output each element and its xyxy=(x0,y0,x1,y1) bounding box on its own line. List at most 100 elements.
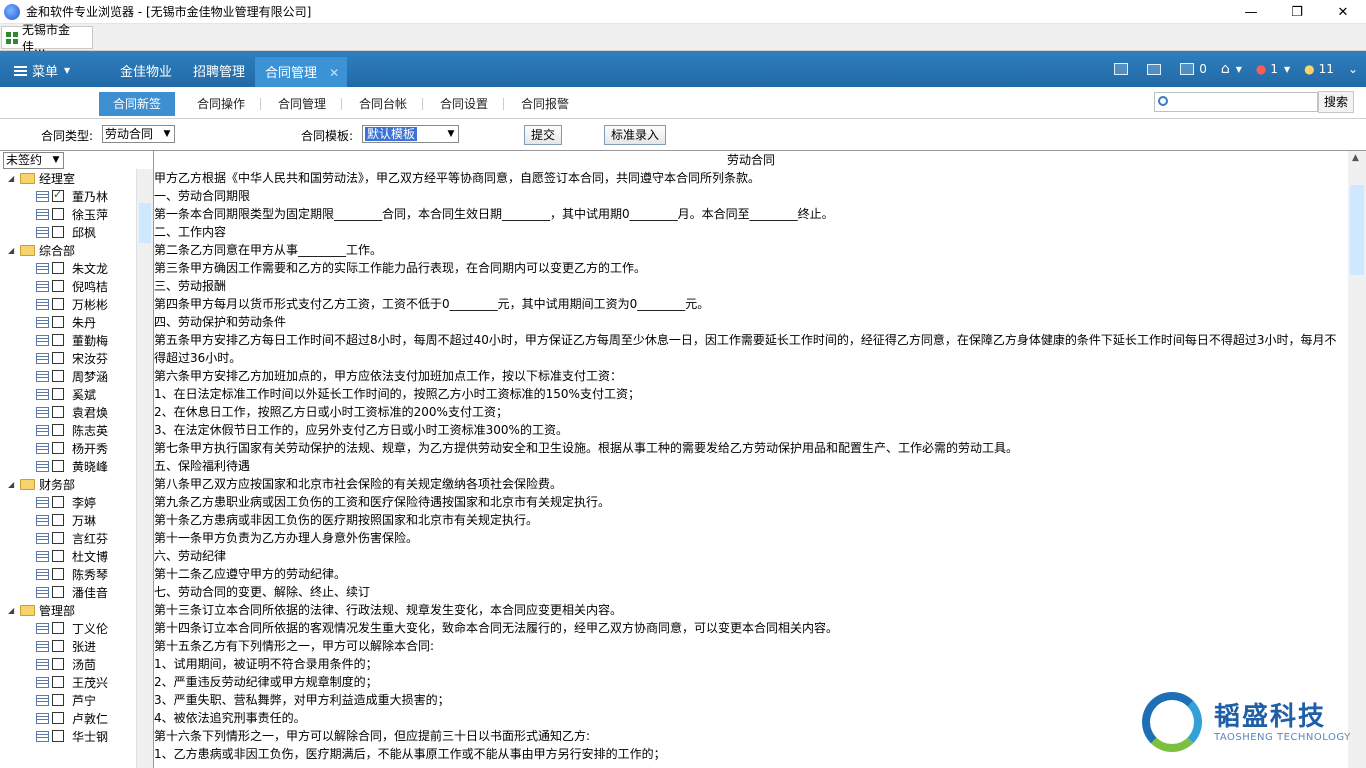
employee-checkbox[interactable] xyxy=(52,640,64,652)
scroll-thumb[interactable] xyxy=(1350,185,1364,275)
tree-department[interactable]: ◢ 财务部 xyxy=(0,475,136,493)
alerts-button[interactable]: ● 1 ▼ xyxy=(1256,62,1290,76)
subtab-contract-settings[interactable]: 合同设置 xyxy=(426,92,502,116)
tree-employee[interactable]: 王茂兴 xyxy=(0,673,136,691)
tree-employee[interactable]: 万琳 xyxy=(0,511,136,529)
tree-employee[interactable]: 邱枫 xyxy=(0,223,136,241)
employee-checkbox[interactable] xyxy=(52,568,64,580)
tree-employee[interactable]: 周梦涵 xyxy=(0,367,136,385)
subtab-contract-operation[interactable]: 合同操作 xyxy=(183,92,259,116)
nav-tab-contract-management[interactable]: 合同管理 ✕ xyxy=(255,57,348,87)
tree-employee[interactable]: 张进 xyxy=(0,637,136,655)
employee-checkbox[interactable] xyxy=(52,442,64,454)
chevron-down-icon: ▼ xyxy=(52,155,60,165)
employee-checkbox[interactable] xyxy=(52,316,64,328)
tree-employee[interactable]: 徐玉萍 xyxy=(0,205,136,223)
expand-triangle-icon[interactable]: ◢ xyxy=(8,174,18,183)
contract-template-select[interactable]: 默认模板 ▼ xyxy=(362,125,459,143)
employee-checkbox[interactable] xyxy=(52,388,64,400)
tree-employee[interactable]: 丁义伦 xyxy=(0,619,136,637)
monitor-icon[interactable] xyxy=(1147,63,1166,75)
scroll-thumb[interactable] xyxy=(139,203,151,243)
tree-employee[interactable]: 黄晓峰 xyxy=(0,457,136,475)
employee-checkbox[interactable] xyxy=(52,298,64,310)
restore-button[interactable]: ❐ xyxy=(1274,0,1320,24)
close-window-button[interactable]: ✕ xyxy=(1320,0,1366,24)
browser-tab[interactable]: 无锡市金佳... xyxy=(1,23,93,54)
employee-checkbox[interactable] xyxy=(52,280,64,292)
document-scrollbar[interactable]: ▲ xyxy=(1348,150,1366,768)
expand-triangle-icon[interactable]: ◢ xyxy=(8,480,18,489)
search-button[interactable]: 搜索 xyxy=(1318,91,1354,113)
nav-tab-recruitment[interactable]: 招聘管理 xyxy=(193,61,245,80)
tree-employee[interactable]: 言红芬 xyxy=(0,529,136,547)
tree-employee[interactable]: 杨开秀 xyxy=(0,439,136,457)
standard-entry-button[interactable]: 标准录入 xyxy=(604,125,667,145)
employee-checkbox[interactable] xyxy=(52,208,64,220)
employee-checkbox[interactable] xyxy=(52,496,64,508)
users-button[interactable]: ● 11 xyxy=(1304,62,1334,76)
employee-checkbox[interactable] xyxy=(52,370,64,382)
sign-status-select[interactable]: 未签约 ▼ xyxy=(3,152,64,169)
tab-close-icon[interactable]: ✕ xyxy=(329,66,339,80)
subtab-new-contract[interactable]: 合同新签 xyxy=(99,92,176,116)
tree-employee[interactable]: 朱丹 xyxy=(0,313,136,331)
tree-employee[interactable]: 宋汝芬 xyxy=(0,349,136,367)
expand-triangle-icon[interactable]: ◢ xyxy=(8,606,18,615)
expand-chevron-icon[interactable]: ⌄ xyxy=(1348,62,1358,76)
tree-department[interactable]: ◢ 综合部 xyxy=(0,241,136,259)
employee-checkbox[interactable] xyxy=(52,622,64,634)
employee-checkbox[interactable] xyxy=(52,514,64,526)
tree-employee[interactable]: 朱文龙 xyxy=(0,259,136,277)
tree-employee[interactable]: 杜文博 xyxy=(0,547,136,565)
tree-scrollbar[interactable] xyxy=(136,169,153,768)
employee-checkbox[interactable] xyxy=(52,406,64,418)
employee-checkbox[interactable] xyxy=(52,424,64,436)
tree-employee[interactable]: 潘佳音 xyxy=(0,583,136,601)
employee-checkbox[interactable] xyxy=(52,262,64,274)
documents-button[interactable]: 0 xyxy=(1180,62,1207,76)
minimize-button[interactable]: — xyxy=(1228,0,1274,24)
employee-checkbox[interactable] xyxy=(52,586,64,598)
tree-employee[interactable]: 奚斌 xyxy=(0,385,136,403)
search-input[interactable] xyxy=(1154,92,1318,112)
tree-employee[interactable]: 陈秀琴 xyxy=(0,565,136,583)
tree-employee[interactable]: 李婷 xyxy=(0,493,136,511)
tree-employee[interactable]: 芦宁 xyxy=(0,691,136,709)
employee-checkbox[interactable] xyxy=(52,676,64,688)
submit-button[interactable]: 提交 xyxy=(524,125,563,145)
subtab-contract-ledger[interactable]: 合同台帐 xyxy=(345,92,421,116)
employee-checkbox[interactable] xyxy=(52,550,64,562)
tree-employee[interactable]: 袁君焕 xyxy=(0,403,136,421)
tree-employee[interactable]: 董勤梅 xyxy=(0,331,136,349)
employee-checkbox[interactable] xyxy=(52,352,64,364)
table-view-icon[interactable] xyxy=(1114,63,1133,75)
tree-department[interactable]: ◢ 经理室 xyxy=(0,169,136,187)
home-button[interactable]: ⌂ ▼ xyxy=(1221,61,1242,77)
employee-checkbox[interactable] xyxy=(52,226,64,238)
employee-checkbox[interactable] xyxy=(52,694,64,706)
employee-checkbox[interactable] xyxy=(52,532,64,544)
subtab-contract-alerts[interactable]: 合同报警 xyxy=(507,92,583,116)
document-line: 第十一条甲方负责为乙方办理人身意外伤害保险。 xyxy=(154,531,419,545)
contract-type-select[interactable]: 劳动合同 ▼ xyxy=(102,125,175,143)
employee-checkbox[interactable] xyxy=(52,658,64,670)
tree-employee[interactable]: 陈志英 xyxy=(0,421,136,439)
subtab-contract-management[interactable]: 合同管理 xyxy=(264,92,340,116)
scroll-up-icon[interactable]: ▲ xyxy=(1352,153,1359,163)
employee-checkbox[interactable] xyxy=(52,460,64,472)
tree-employee[interactable]: 倪鸣桔 xyxy=(0,277,136,295)
tree-employee[interactable]: 万彬彬 xyxy=(0,295,136,313)
tree-department[interactable]: ◢ 管理部 xyxy=(0,601,136,619)
tree-employee[interactable]: 卢敦仁 xyxy=(0,709,136,727)
tree-employee[interactable]: 汤茴 xyxy=(0,655,136,673)
employee-checkbox[interactable] xyxy=(52,712,64,724)
tree-employee[interactable]: 华士钢 xyxy=(0,727,136,745)
expand-triangle-icon[interactable]: ◢ xyxy=(8,246,18,255)
employee-checkbox[interactable] xyxy=(52,188,64,202)
employee-checkbox[interactable] xyxy=(52,730,64,742)
employee-checkbox[interactable] xyxy=(52,334,64,346)
nav-tab-jinjia-property[interactable]: 金佳物业 xyxy=(120,61,172,80)
tree-employee[interactable]: 董乃林 xyxy=(0,187,136,205)
menu-button[interactable]: 菜单 ▼ xyxy=(14,61,70,80)
